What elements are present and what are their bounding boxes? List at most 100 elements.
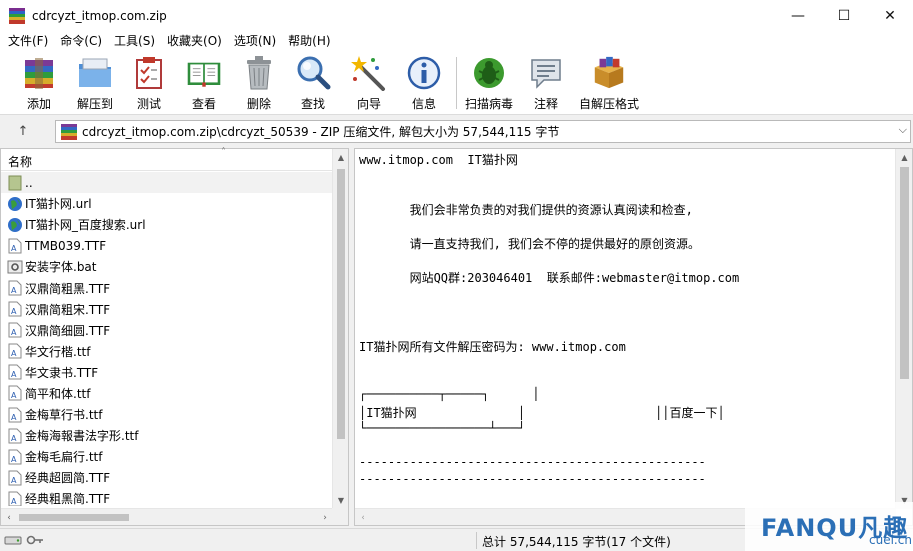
- svg-text:A: A: [11, 286, 17, 295]
- file-row[interactable]: IT猫扑网.url: [1, 193, 333, 214]
- wizard-label: 向导: [356, 97, 381, 111]
- menu-help[interactable]: 帮助(H): [282, 31, 336, 51]
- up-folder-button[interactable]: ↑: [10, 122, 36, 140]
- magnifier-icon: [295, 55, 331, 91]
- virus-scan-button[interactable]: 扫描病毒: [464, 55, 514, 113]
- virus-scan-label: 扫描病毒: [464, 97, 513, 111]
- view-button[interactable]: 查看: [182, 55, 226, 113]
- view-book-icon: [186, 55, 222, 91]
- file-row[interactable]: A 汉鼎简粗黑.TTF: [1, 277, 333, 298]
- menu-bar: 文件(F) 命令(C) 工具(S) 收藏夹(O) 选项(N) 帮助(H): [0, 31, 913, 51]
- file-row[interactable]: 安装字体.bat: [1, 256, 333, 277]
- scroll-right-arrow[interactable]: ›: [317, 509, 333, 526]
- info-button[interactable]: 信息: [406, 55, 442, 113]
- add-button[interactable]: 添加: [21, 55, 57, 113]
- delete-button[interactable]: 删除: [243, 55, 275, 113]
- bug-icon: [471, 55, 507, 91]
- file-row[interactable]: A 金梅毛扁行.ttf: [1, 446, 333, 467]
- file-row[interactable]: ..: [1, 172, 333, 194]
- file-list: .. IT猫扑网.url IT猫扑网_百度搜索.url A TTMB039.TTF 安装字…: [1, 172, 333, 506]
- extract-to-button[interactable]: 解压到: [74, 55, 116, 113]
- file-name: 经典粗黑简.TTF: [25, 492, 111, 506]
- path-field[interactable]: cdrcyzt_itmop.com.zip\cdrcyzt_50539 - ZI…: [55, 120, 911, 143]
- svg-text:A: A: [11, 244, 17, 253]
- file-name: 简平和体.ttf: [25, 386, 91, 401]
- file-row[interactable]: A 华文隶书.TTF: [1, 362, 333, 383]
- font-file-icon: A: [7, 322, 23, 338]
- comment-label: 注释: [533, 97, 558, 111]
- scroll-down-arrow[interactable]: ▼: [333, 492, 349, 508]
- svg-text:A: A: [11, 476, 17, 485]
- comment-button[interactable]: 注释: [530, 55, 562, 113]
- test-button[interactable]: 测试: [133, 55, 165, 113]
- minimize-button[interactable]: —: [775, 0, 821, 31]
- file-list-pane: 名称 ˄ .. IT猫扑网.url IT猫扑网_百度搜索.url A TTMB039.T…: [0, 147, 349, 526]
- svg-text:A: A: [11, 370, 17, 379]
- comment-line: www.itmop.com IT猫扑网: [359, 153, 518, 167]
- font-file-icon: A: [7, 491, 23, 506]
- comment-vertical-scrollbar[interactable]: ▲ ▼: [895, 149, 912, 509]
- h-scroll-thumb[interactable]: [19, 514, 129, 521]
- file-row[interactable]: A 汉鼎简粗宋.TTF: [1, 299, 333, 320]
- svg-text:A: A: [11, 328, 17, 337]
- toolbar: 添加 解压到 测试 查看 删除 查找 向导 信息 扫描病毒 注释 自解压格式: [0, 51, 913, 115]
- delete-label: 删除: [246, 97, 271, 111]
- menu-commands[interactable]: 命令(C): [54, 31, 108, 51]
- menu-tools[interactable]: 工具(S): [108, 31, 161, 51]
- close-button[interactable]: ✕: [867, 0, 913, 31]
- scroll-thumb[interactable]: [337, 169, 345, 439]
- test-label: 测试: [136, 97, 161, 111]
- file-list-vertical-scrollbar[interactable]: ▲ ▼: [332, 149, 348, 509]
- info-icon: [406, 55, 442, 91]
- zip-archive-icon: [60, 123, 78, 140]
- file-name: 汉鼎简粗黑.TTF: [25, 281, 111, 296]
- svg-text:A: A: [11, 307, 17, 316]
- trash-can-icon: [241, 55, 277, 91]
- comment-scroll-up-arrow[interactable]: ▲: [896, 149, 913, 165]
- comment-line: │IT猫扑网 │ ││百度一下│: [359, 406, 725, 420]
- find-button[interactable]: 查找: [295, 55, 331, 113]
- font-file-icon: A: [7, 470, 23, 486]
- file-row[interactable]: A 汉鼎简细圆.TTF: [1, 320, 333, 341]
- maximize-button[interactable]: ☐: [821, 0, 867, 31]
- key-icon[interactable]: [26, 533, 44, 550]
- title-bar: cdrcyzt_itmop.com.zip — ☐ ✕: [0, 0, 913, 31]
- file-name: 汉鼎简粗宋.TTF: [25, 302, 111, 317]
- file-row[interactable]: A 金梅草行书.ttf: [1, 404, 333, 425]
- path-dropdown-button[interactable]: ⌵: [899, 123, 907, 137]
- comment-line: ----------------------------------------…: [359, 455, 706, 469]
- comment-pane[interactable]: www.itmop.com IT猫扑网 我们会非常负责的对我们提供的资源认真阅读…: [354, 148, 913, 526]
- add-archive-icon: [21, 55, 57, 91]
- file-row[interactable]: A 经典粗黑简.TTF: [1, 488, 333, 506]
- menu-options[interactable]: 选项(N): [228, 31, 282, 51]
- sfx-button[interactable]: 自解压格式: [579, 55, 639, 113]
- file-list-horizontal-scrollbar[interactable]: ‹ ›: [1, 508, 333, 525]
- globe-icon: [7, 196, 23, 212]
- file-row[interactable]: A 华文行楷.ttf: [1, 341, 333, 362]
- find-label: 查找: [300, 97, 325, 111]
- watermark-sub: cuel.cn: [869, 533, 912, 547]
- file-name: 安装字体.bat: [25, 260, 97, 275]
- file-row[interactable]: IT猫扑网_百度搜索.url: [1, 214, 333, 235]
- column-name-header[interactable]: 名称: [8, 153, 32, 170]
- menu-favorites[interactable]: 收藏夹(O): [161, 31, 228, 51]
- list-header[interactable]: 名称 ˄: [1, 147, 333, 171]
- scroll-up-arrow[interactable]: ▲: [333, 149, 349, 165]
- file-name: 华文行楷.ttf: [25, 344, 91, 359]
- scroll-left-arrow[interactable]: ‹: [1, 509, 17, 526]
- extract-folder-icon: [77, 55, 113, 91]
- sfx-label: 自解压格式: [579, 97, 640, 111]
- comment-scroll-thumb[interactable]: [900, 167, 909, 379]
- file-row[interactable]: A 经典超圆简.TTF: [1, 467, 333, 488]
- file-name: IT猫扑网.url: [25, 197, 92, 212]
- file-row[interactable]: A 简平和体.ttf: [1, 383, 333, 404]
- wizard-button[interactable]: 向导: [351, 55, 387, 113]
- comment-scroll-left-arrow[interactable]: ‹: [355, 509, 371, 526]
- folder-up-icon: [7, 175, 23, 191]
- svg-text:A: A: [11, 497, 17, 506]
- menu-file[interactable]: 文件(F): [2, 31, 54, 51]
- file-row[interactable]: A 金梅海報書法字形.ttf: [1, 425, 333, 446]
- drive-icon[interactable]: [4, 533, 22, 550]
- file-row[interactable]: A TTMB039.TTF: [1, 235, 333, 256]
- path-text: cdrcyzt_itmop.com.zip\cdrcyzt_50539 - ZI…: [82, 125, 560, 139]
